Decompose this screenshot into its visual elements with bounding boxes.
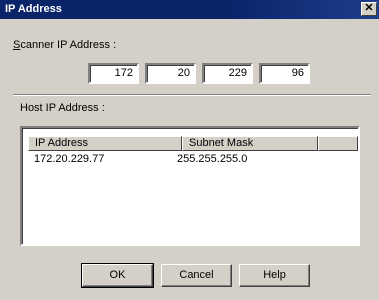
scanner-ip-octet-4[interactable]: 96: [259, 63, 310, 84]
host-ip-cell[interactable]: 172.20.229.77: [34, 153, 104, 166]
scanner-ip-octet-1[interactable]: 172: [88, 63, 139, 84]
scanner-ip-octet-3[interactable]: 229: [202, 63, 253, 84]
title-bar: IP Address ✕: [0, 0, 379, 19]
column-header-subnet-mask[interactable]: Subnet Mask: [182, 136, 318, 151]
subnet-mask-cell[interactable]: 255.255.255.0: [177, 153, 247, 166]
column-header-ip-address[interactable]: IP Address: [28, 136, 182, 151]
column-header-empty: [318, 136, 358, 151]
separator: [13, 94, 371, 96]
scanner-ip-octet-2[interactable]: 20: [145, 63, 196, 84]
cancel-button[interactable]: Cancel: [161, 264, 232, 287]
scanner-ip-label: Scanner IP Address :: [13, 39, 116, 51]
ip-address-dialog: IP Address ✕ Scanner IP Address : 172 20…: [0, 0, 379, 300]
host-ip-list[interactable]: IP Address Subnet Mask 172.20.229.77 255…: [20, 126, 360, 246]
close-icon[interactable]: ✕: [361, 2, 377, 16]
window-title: IP Address: [5, 3, 62, 15]
help-button[interactable]: Help: [239, 264, 310, 287]
scanner-ip-label-text: canner IP Address :: [20, 39, 117, 51]
ok-button[interactable]: OK: [81, 263, 154, 288]
host-ip-label: Host IP Address :: [20, 102, 105, 114]
